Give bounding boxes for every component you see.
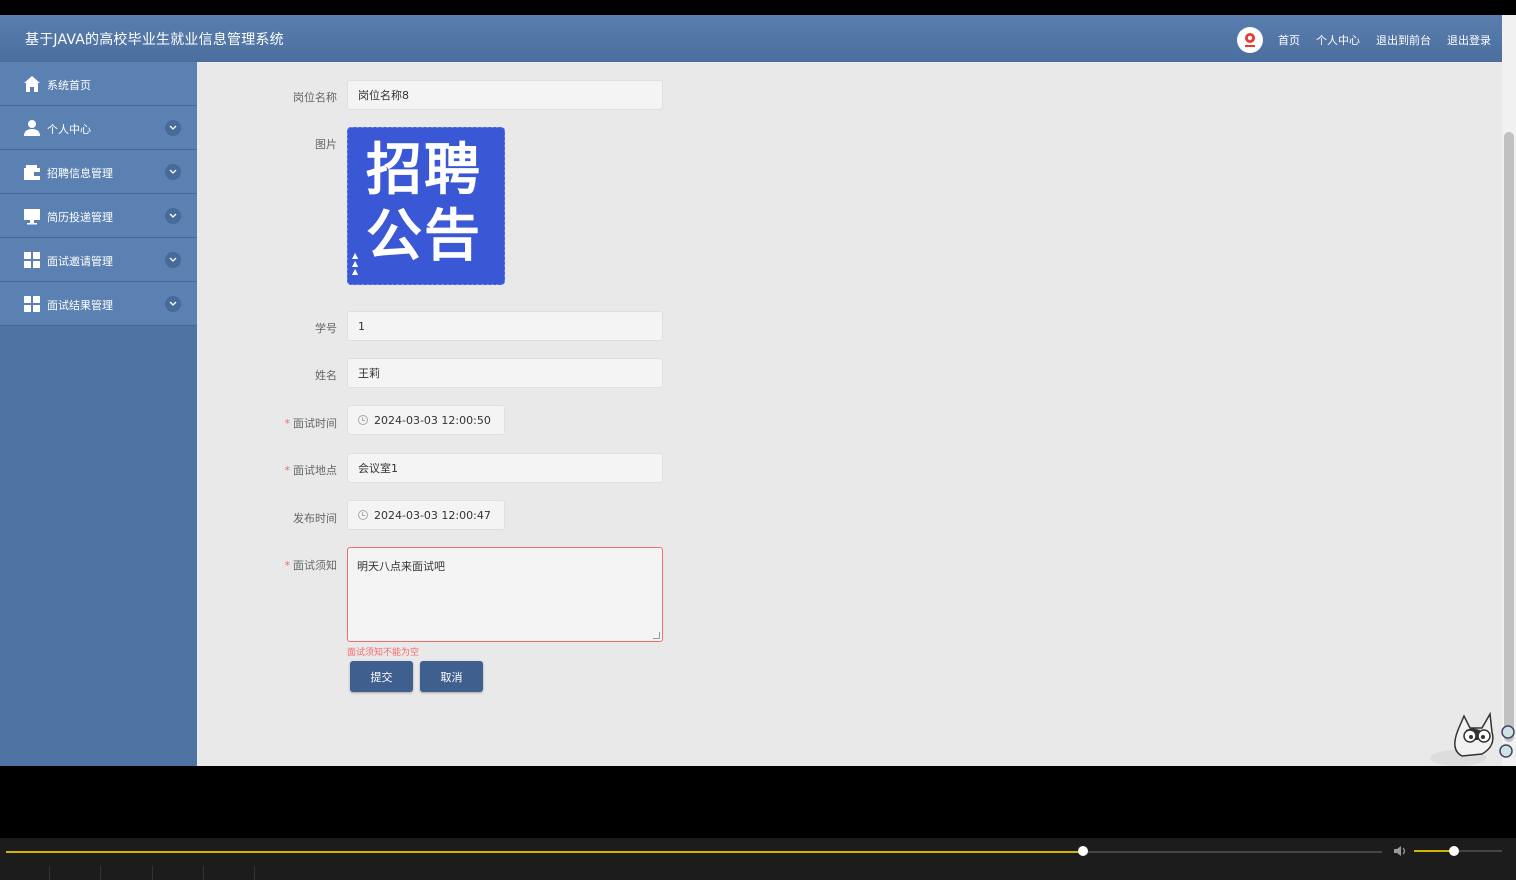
- sidebar-item-label: 面试邀请管理: [47, 255, 113, 268]
- position-name-input[interactable]: 岗位名称8: [347, 80, 663, 110]
- app-title: 基于JAVA的高校毕业生就业信息管理系统: [25, 32, 284, 48]
- player-control-slot[interactable]: [50, 866, 101, 880]
- sidebar-item-label: 系统首页: [47, 79, 91, 92]
- sidebar-item-profile[interactable]: 个人中心: [0, 106, 197, 150]
- nav-logout-link[interactable]: 退出登录: [1447, 32, 1491, 48]
- video-progress-fill: [6, 851, 1084, 853]
- interview-time-value: 2024-03-03 12:00:50: [374, 413, 491, 427]
- user-icon: [24, 120, 40, 136]
- student-id-label: 学号: [315, 322, 337, 335]
- resize-handle-icon[interactable]: [653, 632, 660, 639]
- interview-place-input[interactable]: 会议室1: [347, 453, 663, 483]
- monitor-icon: [24, 209, 40, 225]
- grid-icon: [24, 252, 40, 268]
- required-mark: *: [284, 417, 291, 430]
- sidebar-item-home[interactable]: 系统首页: [0, 62, 197, 106]
- interview-time-picker[interactable]: 2024-03-03 12:00:50: [347, 405, 505, 435]
- volume-knob[interactable]: [1448, 846, 1459, 856]
- page-scrollbar-thumb[interactable]: [1504, 132, 1514, 742]
- sidebar-item-interview-invite[interactable]: 面试邀请管理: [0, 238, 197, 282]
- sidebar-item-label: 面试结果管理: [47, 299, 113, 312]
- recruitment-poster-image[interactable]: 招聘公告 ▲ ▲ ▲: [347, 127, 505, 285]
- mascot-cat-icon: [1430, 711, 1515, 766]
- grid-icon: [24, 296, 40, 312]
- interview-place-label-text: 面试地点: [293, 464, 337, 477]
- avatar[interactable]: [1237, 27, 1263, 53]
- avatar-logo-icon: [1245, 33, 1255, 47]
- sidebar-item-label: 简历投递管理: [47, 211, 113, 224]
- interview-notice-value: 明天八点来面试吧: [357, 560, 445, 573]
- submit-button[interactable]: 提交: [350, 661, 413, 692]
- sidebar-item-label: 招聘信息管理: [47, 167, 113, 180]
- wallet-icon: [24, 165, 40, 180]
- required-mark: *: [284, 559, 291, 572]
- home-icon: [24, 76, 40, 92]
- position-name-label: 岗位名称: [293, 91, 337, 104]
- interview-time-label-text: 面试时间: [293, 417, 337, 430]
- volume-fill: [1414, 850, 1454, 852]
- interview-notice-textarea[interactable]: 明天八点来面试吧: [347, 547, 663, 642]
- player-control-slot[interactable]: [0, 866, 50, 880]
- sidebar: 系统首页 个人中心 招聘信息管理 简历投递管理 面试邀请管理 面试结果管理: [0, 62, 197, 766]
- image-label: 图片: [315, 138, 337, 151]
- app-window: 基于JAVA的高校毕业生就业信息管理系统 首页 个人中心 退出到前台 退出登录 …: [0, 15, 1502, 766]
- required-mark: *: [284, 464, 291, 477]
- name-input[interactable]: 王莉: [347, 358, 663, 388]
- chevron-down-icon[interactable]: [165, 208, 181, 224]
- chevron-down-icon[interactable]: [165, 120, 181, 136]
- volume-icon[interactable]: [1393, 845, 1409, 857]
- clock-icon: [358, 510, 368, 520]
- publish-time-picker[interactable]: 2024-03-03 12:00:47: [347, 500, 505, 530]
- nav-home-link[interactable]: 首页: [1278, 32, 1300, 48]
- form-panel: 岗位名称 岗位名称8 图片 招聘公告 ▲ ▲ ▲ 学号 1 姓名 王莉 * 面试时间 …: [197, 62, 1502, 766]
- chevron-down-icon[interactable]: [165, 164, 181, 180]
- interview-time-label: * 面试时间: [197, 415, 338, 431]
- interview-notice-error: 面试须知不能为空: [347, 648, 420, 658]
- interview-notice-label: * 面试须知: [197, 557, 338, 573]
- publish-time-value: 2024-03-03 12:00:47: [374, 508, 491, 522]
- chevron-down-icon[interactable]: [165, 252, 181, 268]
- sidebar-item-resume[interactable]: 简历投递管理: [0, 194, 197, 238]
- chevron-down-icon[interactable]: [165, 296, 181, 312]
- name-label: 姓名: [315, 369, 337, 382]
- player-control-slot[interactable]: [101, 866, 153, 880]
- sidebar-item-interview-result[interactable]: 面试结果管理: [0, 282, 197, 326]
- nav-frontend-link[interactable]: 退出到前台: [1376, 32, 1431, 48]
- interview-place-label: * 面试地点: [197, 462, 338, 478]
- player-control-slot[interactable]: [204, 866, 255, 880]
- sidebar-item-label: 个人中心: [47, 123, 91, 136]
- interview-notice-label-text: 面试须知: [293, 559, 337, 572]
- cancel-button[interactable]: 取消: [420, 661, 483, 692]
- sidebar-item-recruitment[interactable]: 招聘信息管理: [0, 150, 197, 194]
- top-header: 基于JAVA的高校毕业生就业信息管理系统 首页 个人中心 退出到前台 退出登录: [0, 15, 1502, 62]
- clock-icon: [358, 415, 368, 425]
- nav-profile-link[interactable]: 个人中心: [1316, 32, 1360, 48]
- publish-time-label: 发布时间: [293, 512, 337, 525]
- player-control-slot[interactable]: [153, 866, 204, 880]
- poster-text: 招聘公告: [366, 138, 482, 269]
- student-id-input[interactable]: 1: [347, 311, 663, 341]
- poster-arrows-icon: ▲ ▲ ▲: [352, 251, 359, 276]
